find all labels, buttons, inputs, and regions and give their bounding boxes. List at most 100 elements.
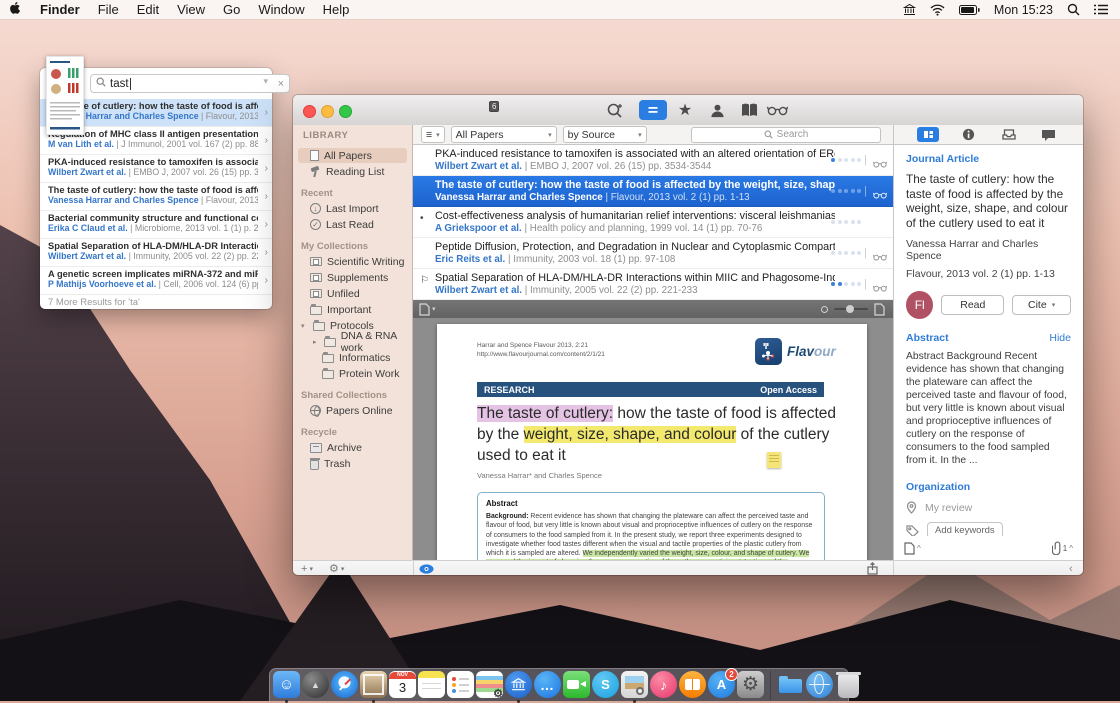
collapse-inspector-icon[interactable]: ‹ bbox=[1069, 561, 1073, 575]
rating-dots[interactable] bbox=[831, 220, 861, 224]
dock-trash-icon[interactable] bbox=[835, 671, 862, 702]
rating-dots[interactable] bbox=[831, 251, 861, 255]
dock-reminders-icon[interactable] bbox=[447, 671, 474, 702]
pdf-glasses-icon[interactable] bbox=[872, 186, 888, 204]
pdf-glasses-icon[interactable] bbox=[872, 248, 888, 266]
dock-notes-icon[interactable] bbox=[418, 671, 445, 702]
sidebar-item-important[interactable]: Important bbox=[298, 302, 407, 317]
info-tab[interactable] bbox=[957, 127, 979, 142]
search-plus-icon[interactable] bbox=[601, 100, 629, 120]
menu-go[interactable]: Go bbox=[214, 2, 249, 17]
menubar-clock[interactable]: Mon 15:23 bbox=[994, 3, 1053, 17]
sidebar-item-trash[interactable]: Trash bbox=[298, 456, 407, 471]
close-button[interactable] bbox=[303, 105, 316, 118]
dock-folder-icon[interactable] bbox=[777, 671, 804, 702]
page-thumbnail-icon[interactable]: ▾ bbox=[419, 302, 436, 316]
sidebar-item-scientific-writing[interactable]: Scientific Writing bbox=[298, 254, 407, 269]
search-result-row[interactable]: Bacterial community structure and functi… bbox=[40, 211, 272, 239]
sort-dropdown[interactable]: by Source ▾ bbox=[562, 126, 647, 143]
sidebar-item-archive[interactable]: Archive bbox=[298, 440, 407, 455]
dock-finder-icon[interactable]: ☺ bbox=[273, 671, 300, 703]
action-gear-menu[interactable]: ⚙ ▾ bbox=[329, 561, 344, 575]
collections-book-icon[interactable] bbox=[735, 100, 763, 120]
overview-tab[interactable] bbox=[917, 127, 940, 142]
zoom-slider[interactable] bbox=[834, 305, 868, 313]
clear-search-icon[interactable]: × bbox=[278, 78, 284, 90]
spotlight-icon[interactable] bbox=[1067, 3, 1080, 16]
view-options-menu[interactable]: ≡ ▾ bbox=[421, 126, 445, 143]
attachments-control[interactable]: 1 ^ bbox=[1051, 541, 1073, 555]
sidebar-item-last-read[interactable]: ✓ Last Read bbox=[298, 217, 407, 232]
paper-row[interactable]: PKA-induced resistance to tamoxifen is a… bbox=[413, 145, 893, 176]
search-result-row[interactable]: A genetic screen implicates miRNA-372 an… bbox=[40, 267, 272, 295]
dock-network-globe-icon[interactable] bbox=[806, 671, 833, 702]
apple-menu-icon[interactable] bbox=[0, 1, 31, 18]
dock-photos-icon[interactable] bbox=[360, 671, 387, 703]
supplement-page-icon[interactable] bbox=[904, 541, 915, 555]
notes-tab[interactable] bbox=[1038, 127, 1060, 142]
dock-safari-icon[interactable] bbox=[331, 671, 358, 702]
more-results-footer[interactable]: 7 More Results for 'ta' bbox=[40, 295, 272, 309]
dock-documents-icon[interactable] bbox=[476, 671, 503, 702]
disclosure-open-icon[interactable]: ▾ bbox=[301, 322, 308, 330]
dock-facetime-icon[interactable] bbox=[563, 671, 590, 702]
menu-window[interactable]: Window bbox=[249, 2, 313, 17]
favorites-star-icon[interactable]: ★ bbox=[671, 100, 699, 120]
dock-messages-icon[interactable]: … bbox=[534, 671, 561, 702]
zoom-slider-knob[interactable] bbox=[846, 305, 854, 313]
dock-papers-icon[interactable] bbox=[505, 671, 532, 703]
inspector-authors[interactable]: Vanessa Harrar and Charles Spence bbox=[906, 238, 1071, 262]
rating-dots[interactable] bbox=[831, 158, 861, 162]
battery-icon[interactable] bbox=[958, 4, 980, 15]
zoom-button[interactable] bbox=[339, 105, 352, 118]
authors-icon[interactable] bbox=[703, 100, 731, 120]
minimize-button[interactable] bbox=[321, 105, 334, 118]
sidebar-item-last-import[interactable]: ↓ Last Import bbox=[298, 201, 407, 216]
search-result-row[interactable]: PKA-induced resistance to tamoxifen is a… bbox=[40, 155, 272, 183]
disclosure-closed-icon[interactable]: ▸ bbox=[313, 338, 319, 346]
add-collection-button[interactable]: + ▾ bbox=[301, 561, 313, 575]
dock-launchpad-icon[interactable]: ▲ bbox=[302, 671, 329, 702]
fit-page-icon[interactable] bbox=[874, 302, 885, 316]
papers-menubar-icon[interactable] bbox=[902, 3, 916, 16]
readcube-glasses-icon[interactable] bbox=[763, 100, 791, 120]
menu-help[interactable]: Help bbox=[314, 2, 359, 17]
dock-preview-icon[interactable] bbox=[621, 671, 648, 703]
menu-edit[interactable]: Edit bbox=[128, 2, 168, 17]
read-button[interactable]: Read bbox=[941, 295, 1005, 315]
sidebar-item-dna-rna-work[interactable]: ▸ DNA & RNA work bbox=[298, 330, 407, 354]
list-view-icon[interactable] bbox=[639, 100, 667, 120]
preview-eye-icon[interactable] bbox=[419, 561, 434, 575]
pdf-glasses-icon[interactable] bbox=[872, 279, 888, 297]
cite-button[interactable]: Cite ▾ bbox=[1012, 295, 1072, 315]
inspector-source[interactable]: Flavour, 2013 vol. 2 (1) pp. 1-13 bbox=[906, 268, 1071, 280]
search-result-row[interactable]: The taste of cutlery: how the taste of f… bbox=[40, 183, 272, 211]
share-icon[interactable] bbox=[867, 561, 878, 575]
sidebar-item-papers-online[interactable]: Papers Online bbox=[298, 403, 407, 418]
dock-appstore-icon[interactable]: A2 bbox=[708, 668, 738, 702]
my-review-field[interactable]: My review bbox=[906, 501, 1071, 514]
popup-search-input[interactable]: tast × bbox=[90, 74, 290, 93]
dock-itunes-icon[interactable]: ♪ bbox=[650, 671, 677, 702]
sidebar-item-unfiled[interactable]: Unfiled bbox=[298, 286, 407, 301]
pdf-preview-pane[interactable]: Harrar and Spence Flavour 2013, 2:21 htt… bbox=[413, 318, 893, 560]
dock-system-preferences-icon[interactable]: ⚙ bbox=[737, 671, 764, 702]
paper-row[interactable]: • Cost-effectiveness analysis of humanit… bbox=[413, 207, 893, 238]
dock-skype-icon[interactable]: S bbox=[592, 671, 619, 702]
menu-view[interactable]: View bbox=[168, 2, 214, 17]
pdf-glasses-icon[interactable] bbox=[872, 155, 888, 173]
menu-app-name[interactable]: Finder bbox=[31, 2, 89, 17]
sticky-note-icon[interactable] bbox=[767, 452, 781, 468]
notification-center-icon[interactable] bbox=[1094, 4, 1108, 15]
list-search-field[interactable]: Search bbox=[691, 126, 881, 143]
rating-dots[interactable] bbox=[831, 189, 861, 193]
menu-file[interactable]: File bbox=[89, 2, 128, 17]
wifi-icon[interactable] bbox=[930, 4, 945, 16]
sidebar-item-protein-work[interactable]: Protein Work bbox=[298, 366, 407, 381]
doc-type-link[interactable]: Journal Article bbox=[906, 153, 1071, 165]
paper-row-selected[interactable]: The taste of cutlery: how the taste of f… bbox=[413, 176, 893, 207]
sidebar-item-reading-list[interactable]: Reading List bbox=[298, 164, 407, 179]
dock-calendar-icon[interactable]: NOV 3 bbox=[389, 671, 416, 702]
rating-dots[interactable] bbox=[831, 282, 861, 286]
files-tab[interactable] bbox=[998, 127, 1020, 142]
